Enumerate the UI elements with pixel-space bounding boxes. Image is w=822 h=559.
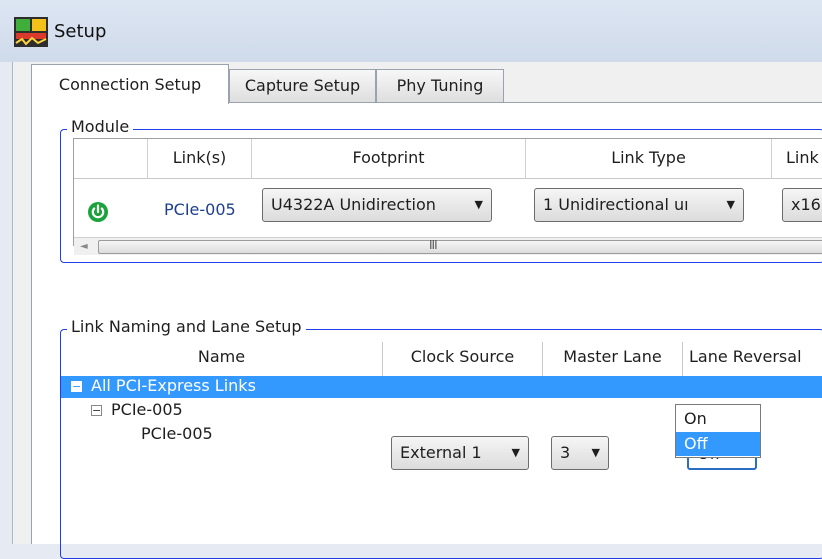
tree-row-link[interactable]: PCIe-005 (61, 424, 361, 446)
connection-setup-panel: Module Link(s) Footprint Link Type Link … (31, 102, 822, 559)
module-grid-header: Link(s) Footprint Link Type Link W (74, 139, 822, 205)
tree-root-label: All PCI-Express Links (91, 376, 256, 395)
column-clock-source-label: Clock Source (410, 347, 515, 366)
column-footprint[interactable]: Footprint (252, 139, 526, 179)
power-icon (88, 202, 108, 222)
column-master-lane-label: Master Lane (563, 347, 662, 366)
link-type-select[interactable]: 1 Unidirectional uı ▼ (534, 188, 744, 222)
scroll-thumb[interactable]: III (98, 238, 822, 254)
window-title: Setup (54, 21, 107, 42)
footprint-select[interactable]: U4322A Unidirection ▼ (262, 188, 492, 222)
link-width-select-value: x16 (791, 195, 821, 214)
window-titlebar: Setup (0, 0, 822, 62)
column-lane-reversal-label: Lane Reversal (689, 347, 802, 366)
column-lane-reversal[interactable]: Lane Reversal (683, 342, 822, 376)
master-lane-select-value: 3 (560, 443, 571, 462)
column-master-lane[interactable]: Master Lane (543, 342, 683, 376)
module-grid: Link(s) Footprint Link Type Link W PCIe-… (73, 138, 822, 255)
dropdown-option-on[interactable]: On (676, 407, 760, 431)
app-icon (14, 17, 48, 47)
link-width-select[interactable]: x16 (782, 188, 822, 222)
lane-setup-legend: Link Naming and Lane Setup (67, 317, 306, 336)
module-link-name: PCIe-005 (164, 200, 236, 219)
column-name[interactable]: Name (61, 342, 383, 376)
tree-link-label: PCIe-005 (141, 424, 213, 443)
tree-group-label: PCIe-005 (111, 400, 183, 419)
tab-connection-setup[interactable]: Connection Setup (31, 64, 229, 104)
tab-capture-setup[interactable]: Capture Setup (229, 69, 376, 103)
chevron-down-icon: ▼ (511, 446, 520, 459)
master-lane-select[interactable]: 3 ▼ (551, 436, 609, 470)
scroll-left-arrow-icon[interactable]: ◄ (80, 238, 88, 256)
lane-reversal-dropdown: On Off (675, 404, 761, 458)
column-name-label: Name (197, 347, 246, 366)
link-type-select-value: 1 Unidirectional uı (543, 195, 689, 214)
window-body: Connection Setup Capture Setup Phy Tunin… (12, 62, 822, 559)
chevron-down-icon: ▼ (474, 198, 483, 211)
column-links[interactable]: Link(s) (148, 139, 252, 179)
chevron-down-icon: ▼ (726, 198, 735, 211)
scroll-grip: III (429, 238, 438, 252)
column-link-width[interactable]: Link W (772, 139, 822, 205)
tree-row-all-links[interactable]: − All PCI-Express Links (61, 376, 822, 398)
dropdown-option-off[interactable]: Off (676, 432, 760, 456)
footprint-select-value: U4322A Unidirection (271, 195, 436, 214)
clock-source-select[interactable]: External 1 ▼ (391, 436, 529, 470)
module-group: Module Link(s) Footprint Link Type Link … (60, 117, 822, 263)
collapse-icon[interactable]: − (91, 405, 102, 416)
clock-source-select-value: External 1 (400, 443, 482, 462)
column-link-type[interactable]: Link Type (526, 139, 772, 179)
collapse-icon[interactable]: − (71, 381, 82, 392)
module-horizontal-scrollbar[interactable]: ◄ III (74, 237, 822, 255)
column-status (74, 139, 148, 179)
column-clock-source[interactable]: Clock Source (383, 342, 543, 376)
tab-phy-tuning[interactable]: Phy Tuning (376, 69, 504, 103)
tree-row-group[interactable]: − PCIe-005 (61, 400, 361, 422)
module-legend: Module (67, 117, 134, 136)
chevron-down-icon: ▼ (591, 446, 600, 459)
